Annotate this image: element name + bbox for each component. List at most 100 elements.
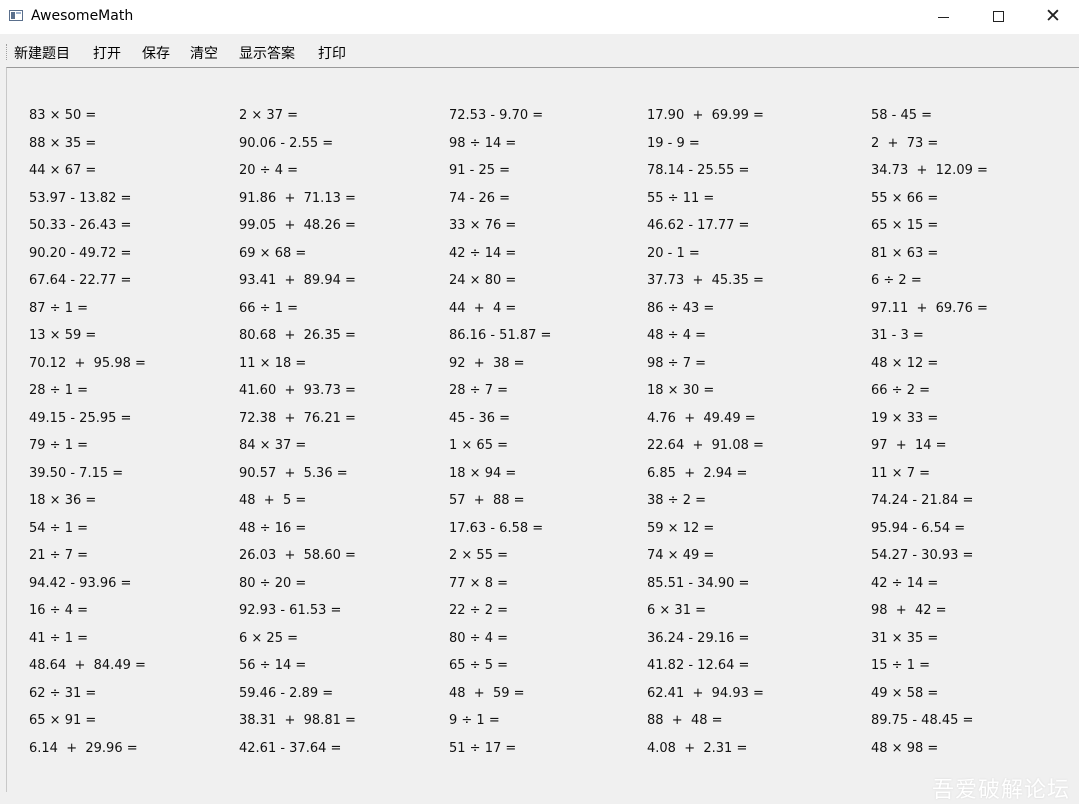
problem-item: 6.85 + 2.94 =	[647, 465, 748, 481]
problem-item: 1 × 65 =	[449, 438, 508, 453]
problem-item: 65 ÷ 5 =	[449, 658, 508, 673]
problem-item: 94.42 - 93.96 =	[29, 575, 132, 591]
menu-save[interactable]: 保存	[142, 43, 170, 63]
problem-item: 18 × 94 =	[449, 465, 517, 481]
problem-item: 2 × 37 =	[239, 108, 298, 123]
problem-item: 48 + 5 =	[239, 493, 307, 508]
problem-item: 19 - 9 =	[647, 135, 700, 151]
problem-item: 91 - 25 =	[449, 163, 511, 178]
problem-item: 74 - 26 =	[449, 190, 511, 206]
problem-item: 9 ÷ 1 =	[449, 713, 500, 728]
problem-item: 69 × 68 =	[239, 245, 307, 261]
problem-item: 74 × 49 =	[647, 548, 715, 563]
problem-item: 65 × 15 =	[871, 218, 939, 233]
problem-item: 50.33 - 26.43 =	[29, 218, 132, 233]
app-icon	[9, 10, 23, 21]
problem-item: 98 + 42 =	[871, 603, 947, 618]
problem-item: 44 × 67 =	[29, 163, 97, 178]
problem-item: 18 × 30 =	[647, 383, 715, 398]
problem-item: 72.53 - 9.70 =	[449, 108, 544, 123]
problem-item: 13 × 59 =	[29, 328, 97, 343]
problem-item: 56 ÷ 14 =	[239, 658, 307, 673]
problem-item: 20 ÷ 4 =	[239, 163, 298, 178]
problem-item: 81 × 63 =	[871, 245, 939, 261]
problem-item: 67.64 - 22.77 =	[29, 273, 132, 288]
problem-item: 41.60 + 93.73 =	[239, 383, 356, 398]
problem-item: 54 ÷ 1 =	[29, 520, 88, 536]
problem-item: 36.24 - 29.16 =	[647, 630, 750, 646]
problem-item: 38.31 + 98.81 =	[239, 713, 356, 728]
menu-print[interactable]: 打印	[318, 43, 346, 63]
problem-item: 22.64 + 91.08 =	[647, 438, 764, 453]
problem-item: 49 × 58 =	[871, 685, 939, 701]
problem-item: 84 × 37 =	[239, 438, 307, 453]
problem-item: 98 ÷ 14 =	[449, 135, 517, 151]
problem-item: 80 ÷ 20 =	[239, 575, 307, 591]
problem-item: 48 × 12 =	[871, 355, 939, 371]
problem-item: 90.20 - 49.72 =	[29, 245, 132, 261]
menu-new-problems[interactable]: 新建题目	[14, 43, 70, 63]
problem-item: 86.16 - 51.87 =	[449, 328, 552, 343]
problem-item: 97 + 14 =	[871, 438, 947, 453]
problem-item: 15 ÷ 1 =	[871, 658, 930, 673]
menu-open[interactable]: 打开	[93, 43, 121, 63]
problem-item: 20 - 1 =	[647, 245, 700, 261]
problem-item: 24 × 80 =	[449, 273, 517, 288]
problem-item: 92.93 - 61.53 =	[239, 603, 342, 618]
problem-item: 88 + 48 =	[647, 713, 723, 728]
problem-item: 2 × 55 =	[449, 548, 508, 563]
problem-item: 38 ÷ 2 =	[647, 493, 706, 508]
problem-item: 17.90 + 69.99 =	[647, 108, 764, 123]
problem-item: 51 ÷ 17 =	[449, 740, 517, 756]
problem-item: 55 × 66 =	[871, 190, 939, 206]
problem-item: 62 ÷ 31 =	[29, 685, 97, 701]
menu-bar: 新建题目 打开 保存 清空 显示答案 打印	[0, 36, 1079, 67]
problem-item: 48 ÷ 4 =	[647, 328, 706, 343]
problem-item: 54.27 - 30.93 =	[871, 548, 974, 563]
problem-item: 16 ÷ 4 =	[29, 603, 88, 618]
problem-item: 39.50 - 7.15 =	[29, 465, 124, 481]
problem-item: 33 × 76 =	[449, 218, 517, 233]
problem-item: 49.15 - 25.95 =	[29, 410, 132, 426]
menu-grip	[6, 44, 8, 60]
menu-clear[interactable]: 清空	[190, 43, 218, 63]
minimize-button[interactable]	[920, 0, 966, 34]
problem-item: 11 × 7 =	[871, 465, 930, 481]
problem-item: 91.86 + 71.13 =	[239, 190, 356, 206]
problem-item: 66 ÷ 1 =	[239, 300, 298, 316]
problem-item: 28 ÷ 7 =	[449, 383, 508, 398]
close-button[interactable]: ✕	[1030, 0, 1076, 34]
problem-item: 99.05 + 48.26 =	[239, 218, 356, 233]
problem-item: 44 + 4 =	[449, 300, 517, 316]
problem-item: 41 ÷ 1 =	[29, 630, 88, 646]
problem-item: 85.51 - 34.90 =	[647, 575, 750, 591]
problem-item: 6 ÷ 2 =	[871, 273, 922, 288]
problem-item: 46.62 - 17.77 =	[647, 218, 750, 233]
problem-item: 19 × 33 =	[871, 410, 939, 426]
problem-item: 11 × 18 =	[239, 355, 307, 371]
window-title: AwesomeMath	[31, 8, 134, 24]
problem-item: 88 × 35 =	[29, 135, 97, 151]
problem-item: 89.75 - 48.45 =	[871, 713, 974, 728]
problem-item: 62.41 + 94.93 =	[647, 685, 764, 701]
problem-item: 59 × 12 =	[647, 520, 715, 536]
problem-item: 78.14 - 25.55 =	[647, 163, 750, 178]
problem-item: 21 ÷ 7 =	[29, 548, 88, 563]
maximize-icon	[992, 11, 1004, 22]
maximize-button[interactable]	[975, 0, 1021, 34]
problem-item: 57 + 88 =	[449, 493, 525, 508]
problem-item: 28 ÷ 1 =	[29, 383, 88, 398]
problem-item: 18 × 36 =	[29, 493, 97, 508]
problem-item: 70.12 + 95.98 =	[29, 355, 146, 371]
problem-item: 86 ÷ 43 =	[647, 300, 715, 316]
problem-item: 93.41 + 89.94 =	[239, 273, 356, 288]
problem-item: 48 × 98 =	[871, 740, 939, 756]
problem-item: 6.14 + 29.96 =	[29, 740, 138, 756]
problem-item: 22 ÷ 2 =	[449, 603, 508, 618]
menu-show-answers[interactable]: 显示答案	[239, 43, 295, 63]
title-bar: AwesomeMath ✕	[0, 0, 1079, 34]
watermark: 吾爱破解论坛	[932, 778, 1071, 803]
problem-item: 80.68 + 26.35 =	[239, 328, 356, 343]
problem-item: 2 + 73 =	[871, 135, 939, 151]
problem-item: 98 ÷ 7 =	[647, 355, 706, 371]
